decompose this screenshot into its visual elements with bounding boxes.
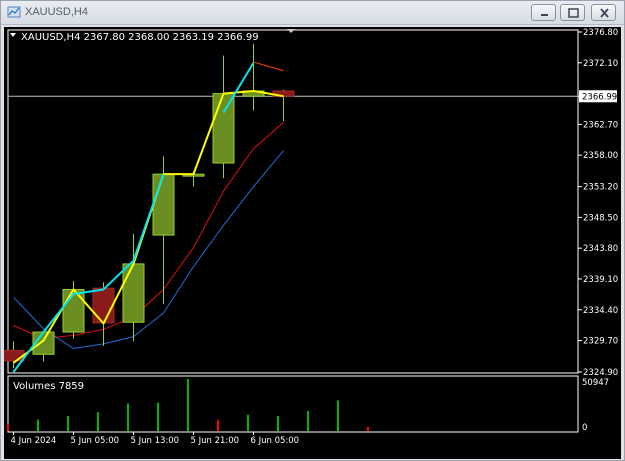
price-tick-label: 2372.10 [583,59,618,69]
chart-window: XAUUSD,H4 2376.80 2372.10 2362.70 2358.00 23… [0,0,625,461]
volume-zero-label: 0 [582,423,587,433]
price-chart[interactable]: 2376.80 2372.10 2362.70 2358.00 2353.20 2348.… [4,27,621,459]
price-tick-label: 2334.40 [583,306,618,316]
chart-menu-arrow-icon[interactable] [10,33,16,37]
chart-header: XAUUSD,H4 2367.80 2368.00 2363.19 2366.9… [21,32,259,43]
candle-body [212,93,235,164]
time-tick-label: 5 Jun 13:00 [131,436,180,446]
close-button[interactable] [591,4,616,21]
chart-shift-marker-icon[interactable] [287,29,295,33]
chart-window-icon [7,6,21,18]
title-bar[interactable]: XAUUSD,H4 [1,1,624,25]
volume-plot-frame [7,375,579,433]
candle[interactable] [212,55,235,179]
volume-max-label: 50947 [582,378,609,388]
price-tick-label: 2358.00 [583,151,618,161]
price-tick-label: 2348.50 [583,213,618,223]
price-tick-label: 2343.80 [583,244,618,254]
price-tick-label: 2362.70 [583,120,618,130]
minimize-button[interactable] [531,4,556,21]
price-tick-label: 2353.20 [583,183,618,193]
indicator-line-2 [253,61,284,72]
volumes-label: Volumes 7859 [13,381,84,392]
candle[interactable] [4,341,25,369]
candle-body [92,287,115,324]
time-tick-label: 5 Jun 05:00 [71,436,120,446]
restore-button[interactable] [560,4,585,21]
price-tick-label: 2339.10 [583,275,618,285]
current-price-label: 2366.99 [582,92,617,102]
candles[interactable] [4,43,295,369]
price-tick-label: 2324.90 [583,368,618,378]
time-tick-label: 5 Jun 21:00 [191,436,240,446]
indicator-lines [12,61,284,373]
time-tick-label: 4 Jun 2024 [11,436,57,446]
candle[interactable] [242,43,265,111]
candle-body [62,288,85,333]
candle-body [4,349,25,362]
indicator-line-0 [12,89,284,364]
window-title: XAUUSD,H4 [25,6,88,18]
price-tick-label: 2376.80 [583,28,618,38]
restore-icon [568,8,579,18]
axes: 2376.80 2372.10 2362.70 2358.00 2353.20 2348.… [11,28,619,446]
time-tick-label: 6 Jun 05:00 [251,436,300,446]
chart-grid [7,29,579,433]
moving-averages [13,122,284,349]
price-tick-label: 2329.70 [583,337,618,347]
close-icon [600,8,609,18]
candle-body [152,173,175,236]
chart-area[interactable]: 2376.80 2372.10 2362.70 2358.00 2353.20 2348.… [4,27,621,459]
indicator-line-3 [13,122,284,340]
candle[interactable] [122,233,145,342]
minimize-icon [541,14,548,16]
candle[interactable] [152,156,175,304]
candle-body [122,263,145,323]
